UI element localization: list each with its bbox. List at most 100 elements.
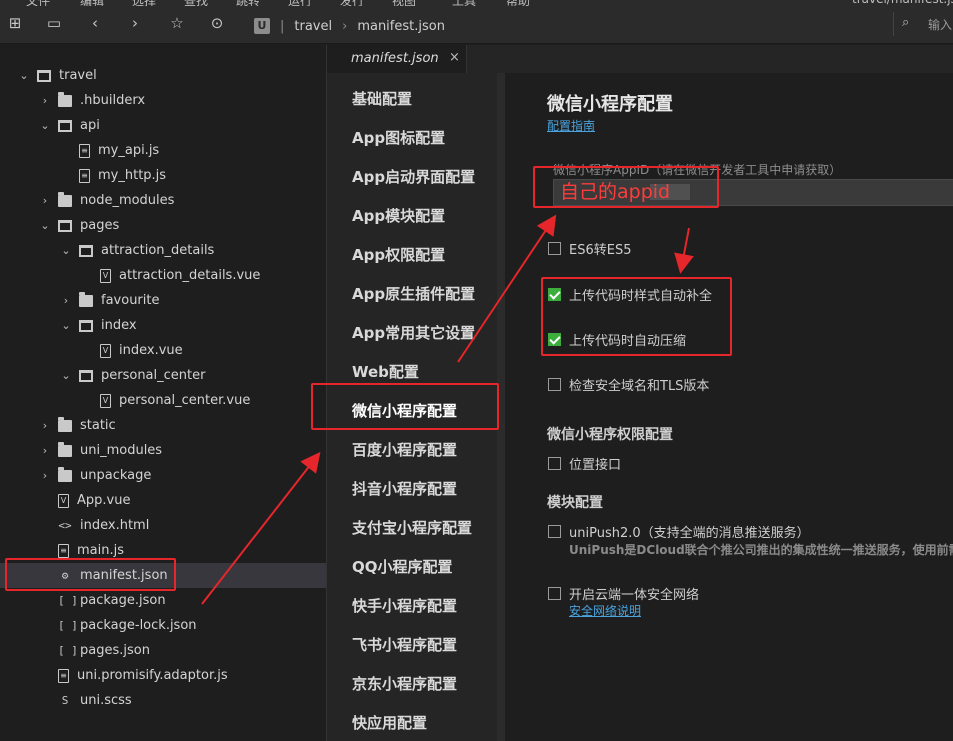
tree-item[interactable]: ⌄ api [0, 113, 326, 138]
checkbox-icon[interactable] [548, 457, 561, 470]
menu-item[interactable]: 查找 [184, 0, 208, 6]
tree-item[interactable]: [ ] pages.json [0, 638, 326, 663]
tree-item[interactable]: Vindex.vue [0, 338, 326, 363]
chevron-down-icon[interactable]: ⌄ [59, 244, 73, 257]
menu-item[interactable]: 工具 [452, 0, 476, 6]
menu-item[interactable]: 文件 [26, 0, 50, 6]
tree-item[interactable]: [ ] package-lock.json [0, 613, 326, 638]
nav-item[interactable]: 飞书小程序配置 [352, 634, 457, 655]
chevron-down-icon[interactable]: ⌄ [59, 369, 73, 382]
option-es6-to-es5[interactable]: ES6转ES5 [548, 239, 631, 258]
folder-icon [58, 91, 72, 107]
tree-item[interactable]: › .hbuilderx [0, 88, 326, 113]
nav-item[interactable]: App权限配置 [352, 244, 445, 265]
tree-item-label: unpackage [80, 468, 152, 483]
chevron-right-icon[interactable]: › [38, 94, 52, 107]
nav-item[interactable]: App原生插件配置 [352, 283, 475, 304]
tree-item-label: index.vue [119, 343, 183, 358]
tree-item[interactable]: › node_modules [0, 188, 326, 213]
tree-item-label: node_modules [80, 193, 175, 208]
back-icon[interactable]: ‹ [86, 14, 104, 32]
nav-item[interactable]: 快应用配置 [352, 712, 427, 733]
tree-item-label: uni.promisify.adaptor.js [77, 668, 228, 683]
option-secure-network[interactable]: 开启云端一体安全网络 [548, 584, 699, 603]
nav-item[interactable]: App启动界面配置 [352, 166, 475, 187]
checkbox-icon[interactable] [548, 525, 561, 538]
run-icon[interactable]: ⊙ [208, 14, 226, 32]
option-label: 检查安全域名和TLS版本 [569, 379, 710, 394]
chevron-right-icon[interactable]: › [38, 419, 52, 432]
scss-file-icon: S [61, 693, 69, 707]
nav-item[interactable]: 百度小程序配置 [352, 439, 457, 460]
tree-item-label: favourite [101, 293, 160, 308]
new-file-icon[interactable]: ⊞ [6, 14, 24, 32]
tree-item[interactable]: › static [0, 413, 326, 438]
tree-item[interactable]: › uni_modules [0, 438, 326, 463]
chevron-right-icon[interactable]: › [38, 469, 52, 482]
tree-item[interactable]: ⌄ personal_center [0, 363, 326, 388]
save-icon[interactable]: ▭ [45, 14, 63, 32]
tree-item[interactable]: ≡ uni.promisify.adaptor.js [0, 663, 326, 688]
menu-item[interactable]: 选择 [132, 0, 156, 6]
nav-item[interactable]: 京东小程序配置 [352, 673, 457, 694]
checkbox-icon[interactable] [548, 242, 561, 255]
vue-file-icon: V [58, 493, 69, 508]
star-icon[interactable]: ☆ [168, 14, 186, 32]
chevron-right-icon[interactable]: › [38, 194, 52, 207]
menu-item[interactable]: 发行 [340, 0, 364, 6]
menu-item[interactable]: 视图 [392, 0, 416, 6]
tree-item[interactable]: ⌄ index [0, 313, 326, 338]
option-check-domain-tls[interactable]: 检查安全域名和TLS版本 [548, 375, 709, 394]
secure-network-link[interactable]: 安全网络说明 [569, 602, 641, 619]
option-label: 开启云端一体安全网络 [569, 588, 700, 603]
search-box[interactable]: ⌕ 输入 [893, 12, 953, 36]
search-placeholder: 输入 [928, 18, 953, 32]
config-guide-link[interactable]: 配置指南 [547, 117, 595, 134]
tree-item[interactable]: <> index.html [0, 513, 326, 538]
tree-item[interactable]: V App.vue [0, 488, 326, 513]
tree-item[interactable]: ⌄ attraction_details [0, 238, 326, 263]
tree-item[interactable]: [ ] package.json [0, 588, 326, 613]
folder-icon [58, 466, 72, 482]
tree-item-label: my_api.js [98, 143, 160, 158]
nav-item[interactable]: 支付宝小程序配置 [352, 517, 472, 538]
nav-item[interactable]: 基础配置 [352, 88, 412, 109]
forward-icon[interactable]: › [126, 14, 144, 32]
chevron-down-icon[interactable]: ⌄ [59, 319, 73, 332]
breadcrumb-project[interactable]: travel [294, 19, 332, 34]
folder-icon [58, 416, 72, 432]
chevron-down-icon[interactable]: ⌄ [38, 119, 52, 132]
close-icon[interactable]: × [449, 50, 460, 65]
tree-item[interactable]: ≡ my_api.js [0, 138, 326, 163]
menu-item[interactable]: 跳转 [236, 0, 260, 6]
nav-item[interactable]: App常用其它设置 [352, 322, 475, 343]
option-unipush[interactable]: uniPush2.0（支持全端的消息推送服务） [548, 522, 810, 541]
chevron-right-icon[interactable]: › [38, 444, 52, 457]
tree-item[interactable]: › favourite [0, 288, 326, 313]
tree-item[interactable]: Vpersonal_center.vue [0, 388, 326, 413]
menu-item[interactable]: 编辑 [80, 0, 104, 6]
tree-item[interactable]: Vattraction_details.vue [0, 263, 326, 288]
checkbox-icon[interactable] [548, 378, 561, 391]
nav-item[interactable]: 抖音小程序配置 [352, 478, 457, 499]
chevron-right-icon[interactable]: › [59, 294, 73, 307]
checkbox-icon[interactable] [548, 587, 561, 600]
tree-item[interactable]: Suni.scss [0, 688, 326, 713]
nav-item[interactable]: App模块配置 [352, 205, 445, 226]
tree-item[interactable]: ⌄ travel [0, 63, 326, 88]
tree-item[interactable]: ⌄ pages [0, 213, 326, 238]
chevron-down-icon[interactable]: ⌄ [17, 69, 31, 82]
breadcrumb-file[interactable]: manifest.json [357, 19, 445, 34]
chevron-down-icon[interactable]: ⌄ [38, 219, 52, 232]
tree-item[interactable]: › unpackage [0, 463, 326, 488]
nav-item[interactable]: QQ小程序配置 [352, 556, 453, 577]
tree-item[interactable]: ≡ my_http.js [0, 163, 326, 188]
menu-item[interactable]: 帮助 [506, 0, 530, 6]
nav-item[interactable]: Web配置 [352, 361, 419, 382]
nav-item[interactable]: App图标配置 [352, 127, 445, 148]
tree-item-label: package-lock.json [80, 618, 197, 633]
menu-item[interactable]: 运行 [288, 0, 312, 6]
option-location-api[interactable]: 位置接口 [548, 454, 621, 473]
tab-manifest-json[interactable]: manifest.json × [327, 45, 467, 73]
nav-item[interactable]: 快手小程序配置 [352, 595, 457, 616]
